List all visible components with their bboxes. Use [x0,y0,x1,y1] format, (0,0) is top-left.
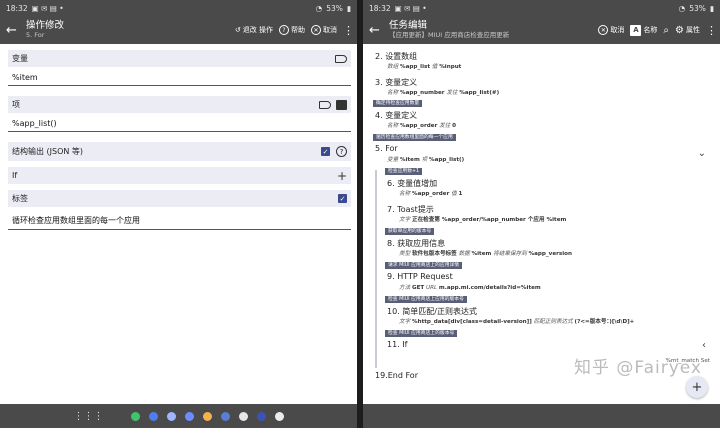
app-icon[interactable] [220,411,230,421]
action-params: 方法 GET URL m.app.mi.com/details?id=%item [399,285,541,291]
help-button[interactable]: ? 帮助 [279,25,305,35]
if-row: If + [8,167,351,184]
wifi-icon: ◔ [315,3,323,13]
action-params: 名称 %app_number 发往 %app_list(#) [387,90,500,96]
close-icon: ✕ [598,25,609,35]
app-bar: ← 操作修改 5. For ↺ 退改 操作 ? 帮助 ✕ 取消 ⋮ [0,16,357,44]
action-label: 检查 MIUI 应用商店上应用的版本号 [385,296,467,303]
font-icon: A [630,24,642,36]
more-menu-icon[interactable]: ⋮ [706,24,717,37]
wechat-icon[interactable] [130,411,140,421]
action-params: 名称 %app_order 发往 0 [387,123,456,129]
structure-output-checkbox[interactable]: ✓ [321,147,330,156]
tag-icon[interactable] [335,54,347,63]
close-icon: ✕ [311,25,321,35]
action-label: 获取单应用的版本号 [385,228,435,235]
action-params: 文字 %http_data[div[class=detail-version]]… [399,319,635,325]
action-item[interactable]: 9. HTTP Request [387,272,453,281]
action-label: 检查 MIUI 应用商店上的版本号 [385,330,458,337]
structure-output-row: 结构输出 (JSON 等) ✓ ? [8,142,351,161]
add-action-button[interactable]: + [686,376,708,398]
notification-icons: ▣ ✉ ▤ • [31,3,64,13]
wifi-icon: ◔ [678,3,686,13]
revert-button[interactable]: ↺ 退改 操作 [235,25,273,35]
undo-icon: ↺ [234,26,241,34]
question-icon: ? [279,25,289,35]
app-bar: ← 任务编辑 【应用更新】MIUI 应用商店检查应用更新 ✕ 取消 A 名称 ⌕ ⚙… [363,16,720,44]
battery-icon: ▮ [346,3,351,13]
app-drawer-icon[interactable]: ⋮⋮⋮ [74,411,104,422]
gear-icon: ⚙ [675,24,684,36]
taskbar: ⋮⋮⋮ [0,404,357,428]
right-pane: 18:32 ▣ ✉ ▤ • ◔ 53% ▮ ← 任务编辑 【应用更新】MIUI … [363,0,720,428]
help-icon[interactable]: ? [336,146,347,157]
action-item[interactable]: 10. 简单匹配/正则表达式 [387,306,477,317]
action-params: 数组 %app_list 值 %input [387,64,462,70]
cancel-button[interactable]: ✕ 取消 [311,25,337,35]
action-item[interactable]: 4. 变量定义 [375,110,417,121]
app-icon[interactable] [238,411,248,421]
chevron-down-icon[interactable]: ⌄ [698,148,706,159]
variable-input[interactable]: %item [8,67,351,86]
action-item[interactable]: 8. 获取应用信息 [387,238,445,249]
action-item[interactable]: 7. Toast提示 [387,204,434,215]
battery-level: 53% [326,3,343,13]
back-arrow-icon[interactable]: ← [6,23,20,38]
page-subtitle: 【应用更新】MIUI 应用商店检查应用更新 [389,30,510,39]
action-params: 名称 %app_order 值 1 [399,191,463,197]
status-bar: 18:32 ▣ ✉ ▤ • ◔ 53% ▮ [0,0,357,16]
app-icon[interactable] [148,411,158,421]
action-item[interactable]: 19.End For [375,371,418,380]
cancel-button[interactable]: ✕ 取消 [598,25,624,35]
watermark-text: 知乎 @Fairyex [573,358,702,378]
action-params: 变量 %item 项 %app_list() [387,157,465,163]
chevron-left-icon[interactable]: ‹ [702,340,706,351]
label-checkbox[interactable]: ✓ [338,194,347,203]
items-field-header: 项 [8,96,351,113]
search-icon: ⌕ [663,24,670,36]
search-button[interactable]: ⌕ [663,25,669,36]
tag-icon[interactable] [319,100,331,109]
add-condition-icon[interactable]: + [337,170,347,182]
page-subtitle: 5. For [26,30,45,39]
for-block-indent [375,170,377,368]
app-icon[interactable] [274,411,284,421]
label-row: 标签 ✓ [8,190,351,207]
status-bar: 18:32 ▣ ✉ ▤ • ◔ 53% ▮ [363,0,720,16]
variable-field-header: 变量 [8,50,351,67]
action-label: 确定待检查应用数量 [373,100,423,107]
label-input[interactable]: 循环检查应用数组里面的每一个应用 [8,209,351,230]
action-label: 检查应用数+1 [385,168,423,175]
app-icon[interactable] [184,411,194,421]
status-time: 18:32 [369,3,391,13]
back-arrow-icon[interactable]: ← [369,23,383,38]
app-icon[interactable] [202,411,212,421]
notification-icons: ▣ ✉ ▤ • [394,3,427,13]
battery-level: 53% [689,3,706,13]
properties-button[interactable]: ⚙ 属性 [675,25,700,36]
name-button[interactable]: A 名称 [630,24,657,36]
app-icon[interactable] [256,411,266,421]
page-title: 操作修改 [26,20,65,32]
action-params: 文字 正在检查第 %app_order/%app_number 个应用 %ite… [399,217,567,223]
action-item[interactable]: 2. 设置数组 [375,51,417,62]
action-label: 请求 MIUI 应用商店上的应用详情 [385,262,463,269]
action-item[interactable]: 11. If [387,340,407,349]
battery-icon: ▮ [709,3,714,13]
action-params: 类型 软件包版本号标签 数据 %item 将结果保存到 %app_version [399,251,572,257]
status-time: 18:32 [6,3,28,13]
app-icon[interactable] [166,411,176,421]
taskbar [363,404,720,428]
action-item[interactable]: 3. 变量定义 [375,77,417,88]
action-item[interactable]: 6. 变量值增加 [387,178,437,189]
items-input[interactable]: %app_list() [8,113,351,132]
action-label: 遍历检查应用数组里面的每一个应用 [373,134,456,141]
action-item[interactable]: 5. For [375,144,398,153]
left-pane: 18:32 ▣ ✉ ▤ • ◔ 53% ▮ ← 操作修改 5. For ↺ 退改 … [0,0,357,428]
more-menu-icon[interactable]: ⋮ [343,24,354,37]
action-form: 变量 %item 项 %app_list() 结构输出 (JSON 等) ✓ ?… [0,44,357,230]
task-action-list: 2. 设置数组 数组 %app_list 值 %input 3. 变量定义 名称… [363,44,720,404]
coffee-icon[interactable] [336,99,347,110]
